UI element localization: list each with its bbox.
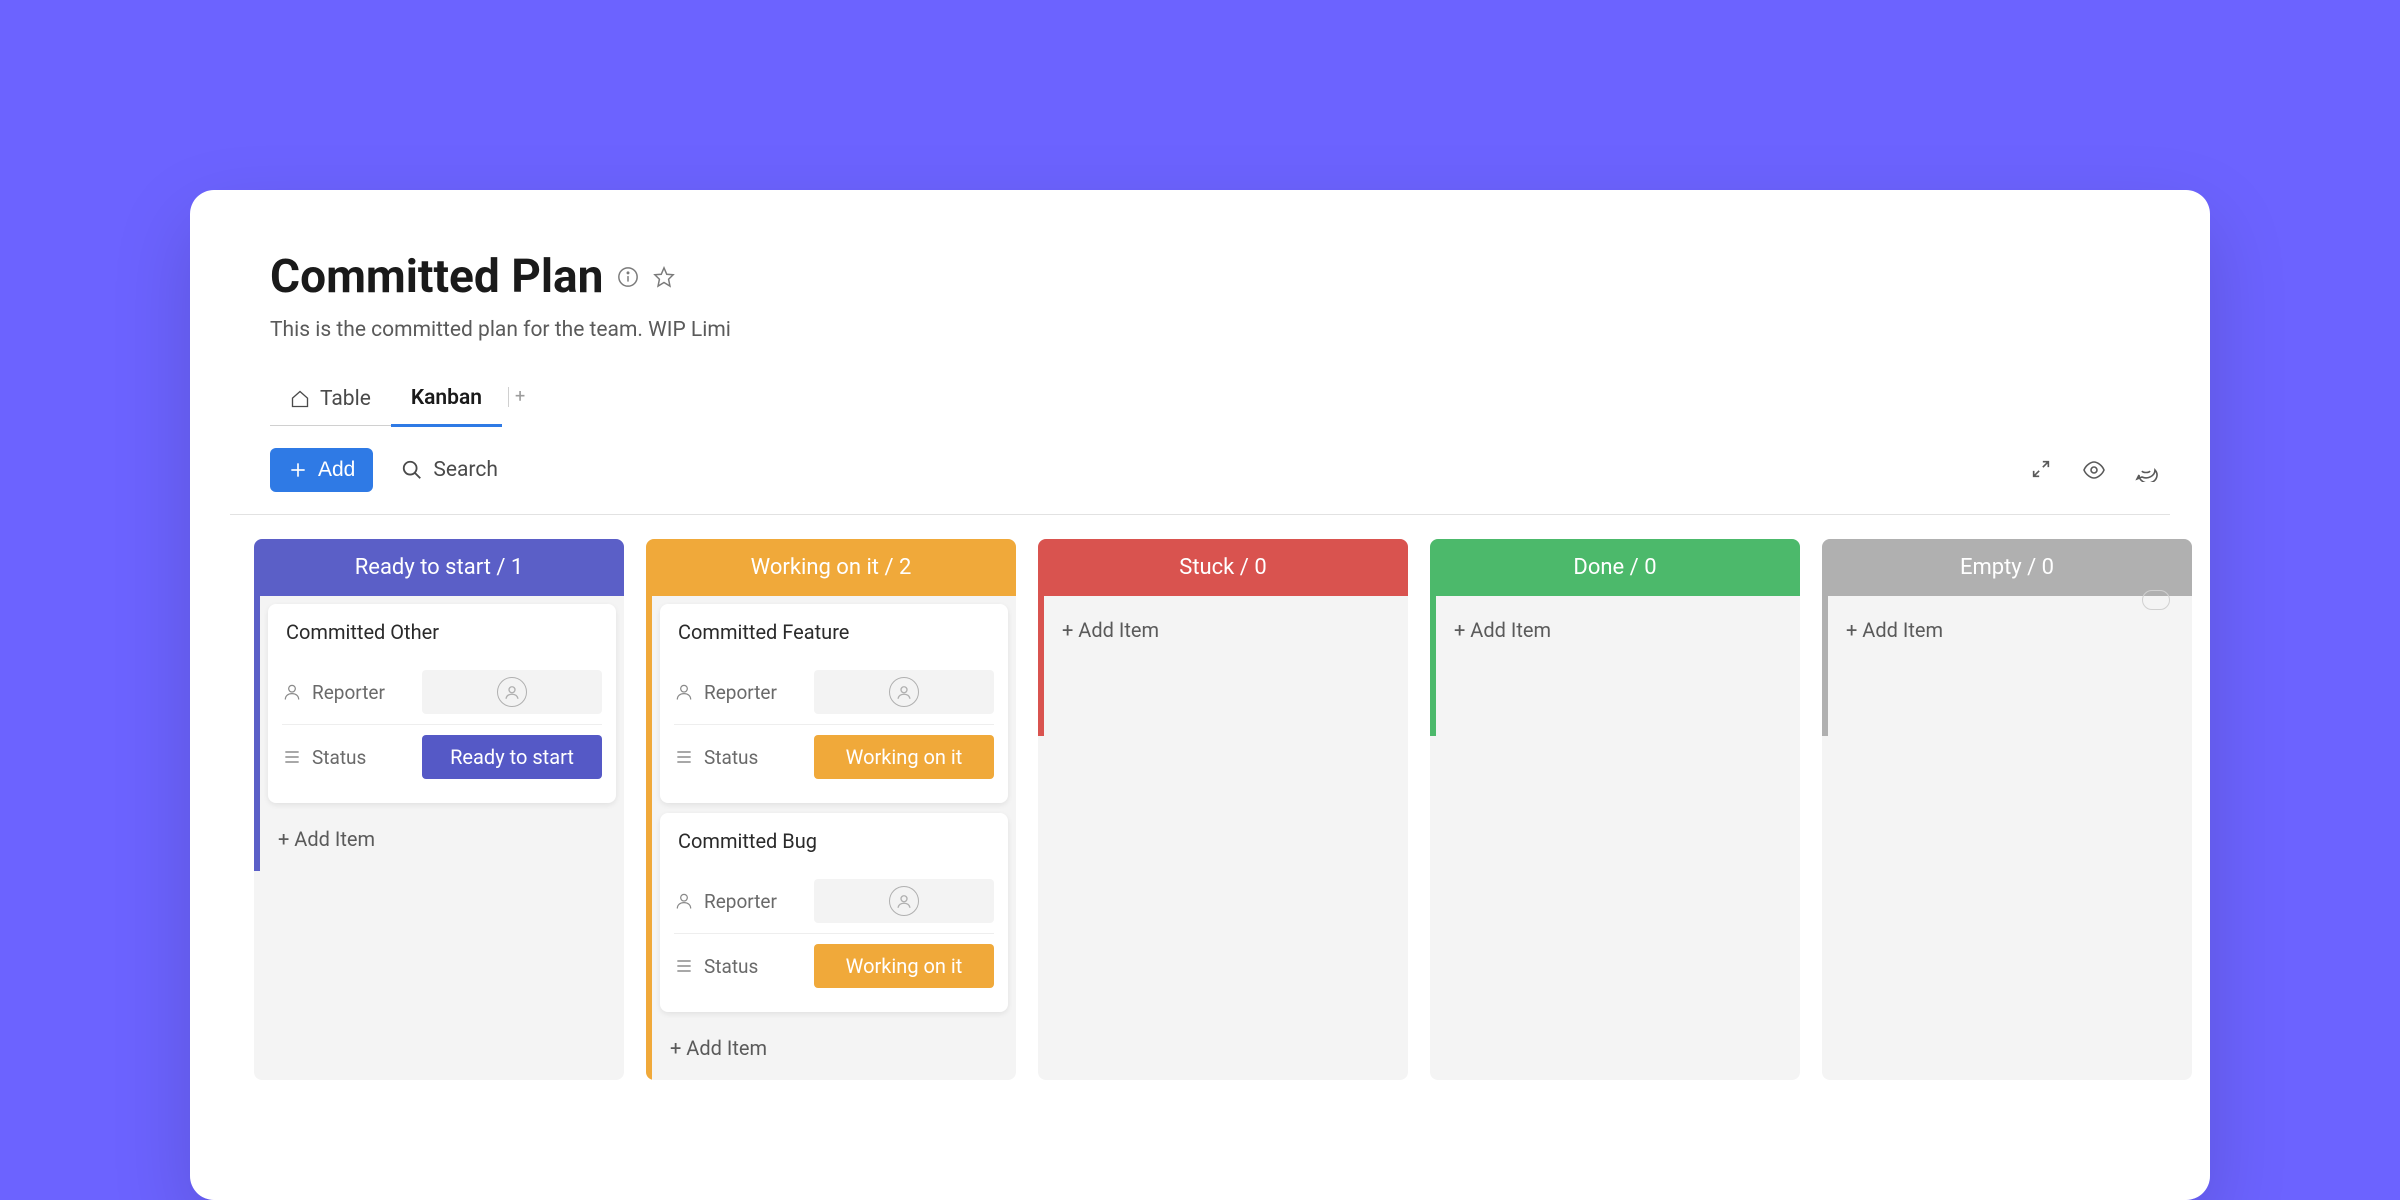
reporter-cell[interactable] bbox=[814, 670, 994, 714]
card-title: Committed Other bbox=[282, 620, 602, 644]
card[interactable]: Committed Other Reporter Status Ready to st… bbox=[268, 604, 616, 803]
home-icon bbox=[290, 389, 310, 409]
card-row-reporter: Reporter bbox=[282, 660, 602, 724]
kanban-board: Ready to start / 1 Committed Other Reporte… bbox=[230, 515, 2170, 1080]
reporter-cell[interactable] bbox=[814, 879, 994, 923]
header: Committed Plan bbox=[230, 250, 2170, 304]
add-item-button[interactable]: + Add Item bbox=[268, 813, 616, 857]
list-icon bbox=[674, 747, 694, 767]
page-title: Committed Plan bbox=[270, 250, 603, 304]
column-header[interactable]: Empty / 0 bbox=[1822, 539, 2192, 596]
status-label: Status bbox=[704, 955, 804, 978]
tab-table-label: Table bbox=[320, 387, 371, 411]
search-label: Search bbox=[433, 458, 498, 482]
column-body: + Add Item bbox=[1430, 596, 1800, 736]
card[interactable]: Committed Feature Reporter Status Working o… bbox=[660, 604, 1008, 803]
tabs: Table Kanban + bbox=[230, 376, 2170, 428]
plus-icon bbox=[288, 460, 308, 480]
status-cell[interactable]: Working on it bbox=[814, 735, 994, 779]
person-icon bbox=[674, 682, 694, 702]
list-icon bbox=[674, 956, 694, 976]
column-done: Done / 0 + Add Item bbox=[1430, 539, 1800, 1080]
card-row-reporter: Reporter bbox=[674, 869, 994, 933]
card-row-reporter: Reporter bbox=[674, 660, 994, 724]
column-header[interactable]: Working on it / 2 bbox=[646, 539, 1016, 596]
add-item-button[interactable]: + Add Item bbox=[1836, 604, 2184, 648]
more-pill-icon[interactable] bbox=[2142, 590, 2170, 610]
column-body: + Add Item bbox=[1038, 596, 1408, 736]
add-item-button[interactable]: + Add Item bbox=[660, 1022, 1008, 1066]
status-cell[interactable]: Working on it bbox=[814, 944, 994, 988]
card-row-status: Status Working on it bbox=[674, 933, 994, 998]
avatar-icon bbox=[889, 677, 919, 707]
avatar-icon bbox=[889, 886, 919, 916]
add-button[interactable]: Add bbox=[270, 448, 373, 492]
person-icon bbox=[674, 891, 694, 911]
toolbar: Add Search bbox=[230, 428, 2170, 515]
search-icon bbox=[401, 459, 423, 481]
column-working: Working on it / 2 Committed Feature Report… bbox=[646, 539, 1016, 1080]
reporter-label: Reporter bbox=[704, 681, 804, 704]
add-item-button[interactable]: + Add Item bbox=[1052, 604, 1400, 648]
column-empty: Empty / 0 + Add Item bbox=[1822, 539, 2192, 1080]
reporter-cell[interactable] bbox=[422, 670, 602, 714]
tab-table[interactable]: Table bbox=[270, 377, 391, 426]
tab-separator bbox=[508, 387, 509, 407]
expand-icon[interactable] bbox=[2030, 458, 2054, 482]
column-ready: Ready to start / 1 Committed Other Reporte… bbox=[254, 539, 624, 1080]
status-label: Status bbox=[704, 746, 804, 769]
search-button[interactable]: Search bbox=[401, 458, 498, 482]
column-body: + Add Item bbox=[1822, 596, 2192, 736]
column-header[interactable]: Done / 0 bbox=[1430, 539, 1800, 596]
column-stuck: Stuck / 0 + Add Item bbox=[1038, 539, 1408, 1080]
column-body: Committed Feature Reporter Status Working o… bbox=[646, 596, 1016, 1080]
add-tab-button[interactable]: + bbox=[515, 386, 525, 417]
info-icon[interactable] bbox=[617, 266, 639, 288]
status-cell[interactable]: Ready to start bbox=[422, 735, 602, 779]
page-subtitle: This is the committed plan for the team.… bbox=[230, 318, 730, 342]
card-title: Committed Feature bbox=[674, 620, 994, 644]
toolbar-right bbox=[2030, 458, 2170, 482]
card[interactable]: Committed Bug Reporter Status Working on it bbox=[660, 813, 1008, 1012]
app-window: Committed Plan This is the committed pla… bbox=[190, 190, 2210, 1200]
reporter-label: Reporter bbox=[704, 890, 804, 913]
add-item-button[interactable]: + Add Item bbox=[1444, 604, 1792, 648]
card-title: Committed Bug bbox=[674, 829, 994, 853]
eye-icon[interactable] bbox=[2082, 458, 2106, 482]
add-button-label: Add bbox=[318, 458, 355, 482]
status-label: Status bbox=[312, 746, 412, 769]
card-row-status: Status Working on it bbox=[674, 724, 994, 789]
avatar-icon bbox=[497, 677, 527, 707]
reporter-label: Reporter bbox=[312, 681, 412, 704]
tab-kanban-label: Kanban bbox=[411, 386, 482, 410]
card-row-status: Status Ready to start bbox=[282, 724, 602, 789]
tab-kanban[interactable]: Kanban bbox=[391, 376, 502, 427]
star-icon[interactable] bbox=[653, 266, 675, 288]
column-header[interactable]: Ready to start / 1 bbox=[254, 539, 624, 596]
person-icon bbox=[282, 682, 302, 702]
list-icon bbox=[282, 747, 302, 767]
column-body: Committed Other Reporter Status Ready to st… bbox=[254, 596, 624, 871]
column-header[interactable]: Stuck / 0 bbox=[1038, 539, 1408, 596]
chat-icon[interactable] bbox=[2134, 458, 2158, 482]
